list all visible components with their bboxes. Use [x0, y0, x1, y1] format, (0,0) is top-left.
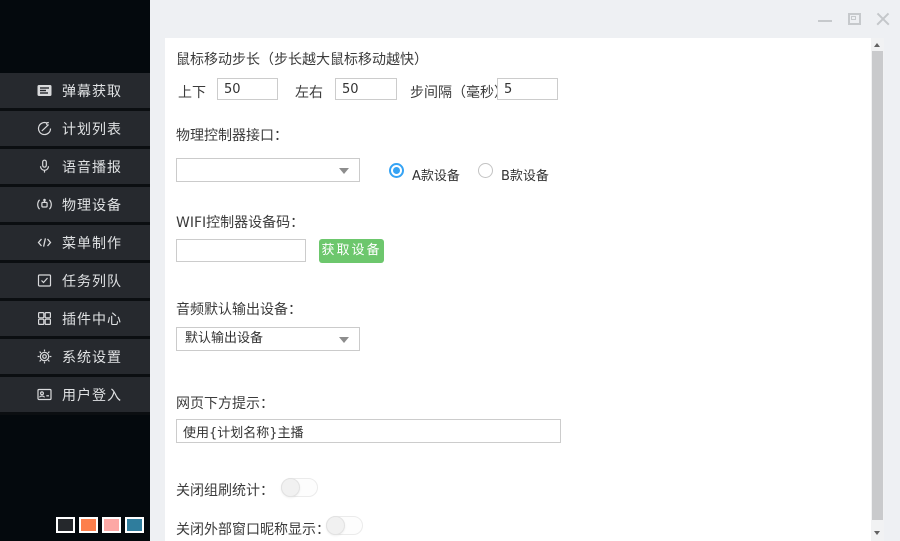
plan-list-icon — [36, 120, 53, 137]
sidebar-item-voice[interactable]: 语音播报 — [0, 149, 150, 187]
sidebar-item-settings[interactable]: 系统设置 — [0, 339, 150, 377]
sidebar-item-label: 用户登入 — [62, 385, 122, 405]
mouse-step-interval-input[interactable] — [497, 78, 558, 100]
wifi-device-code-input[interactable] — [176, 239, 306, 262]
sidebar-item-label: 计划列表 — [62, 119, 122, 139]
sidebar-item-label: 插件中心 — [62, 309, 122, 329]
theme-swatches — [56, 517, 144, 533]
voice-broadcast-icon — [36, 158, 53, 175]
sidebar-item-label: 菜单制作 — [62, 233, 122, 253]
settings-gear-icon — [36, 348, 53, 365]
theme-swatch-pink[interactable] — [102, 517, 121, 533]
sidebar-item-plugin-center[interactable]: 插件中心 — [0, 301, 150, 339]
sidebar-item-device[interactable]: 物理设备 — [0, 187, 150, 225]
sidebar-item-plan-list[interactable]: 计划列表 — [0, 111, 150, 149]
scrollbar-thumb[interactable] — [872, 51, 883, 520]
sidebar-item-label: 语音播报 — [62, 157, 122, 177]
sidebar-item-task-queue[interactable]: 任务列队 — [0, 263, 150, 301]
scrollbar-down-arrow-icon[interactable] — [874, 531, 880, 535]
mouse-step-leftright-label: 左右 — [295, 82, 323, 102]
close-group-stats-label: 关闭组刷统计： — [176, 480, 274, 500]
theme-swatch-teal[interactable] — [125, 517, 144, 533]
audio-output-dropdown-value: 默认输出设备 — [177, 328, 359, 350]
theme-swatch-orange[interactable] — [79, 517, 98, 533]
user-login-icon — [36, 386, 53, 403]
danmaku-icon — [36, 82, 53, 99]
sidebar-item-label: 弹幕获取 — [62, 81, 122, 101]
plugin-center-icon — [36, 310, 53, 327]
sidebar-item-danmaku[interactable]: 弹幕获取 — [0, 73, 150, 111]
controller-port-label: 物理控制器接口： — [176, 125, 288, 145]
vertical-scrollbar — [871, 38, 884, 541]
sidebar-item-label: 系统设置 — [62, 347, 122, 367]
toggle-knob — [281, 478, 300, 497]
close-icon[interactable] — [876, 12, 891, 27]
scrollbar-up-arrow-icon[interactable] — [874, 43, 880, 47]
task-queue-icon — [36, 272, 53, 289]
sidebar-item-label: 物理设备 — [62, 195, 122, 215]
physical-device-icon — [36, 196, 53, 213]
maximize-inner-square — [851, 16, 856, 20]
theme-swatch-dark[interactable] — [56, 517, 75, 533]
sidebar-menu: 弹幕获取 计划列表 语音播报 物理设备 菜单制作 — [0, 73, 150, 415]
web-tip-label: 网页下方提示： — [176, 393, 274, 413]
menu-maker-icon — [36, 234, 53, 251]
mouse-step-leftright-input[interactable] — [335, 78, 397, 100]
sidebar-item-label: 任务列队 — [62, 271, 122, 291]
sidebar-item-menu-maker[interactable]: 菜单制作 — [0, 225, 150, 263]
radio-a-dot — [393, 167, 400, 174]
radio-a-device[interactable] — [389, 163, 404, 178]
mouse-step-title: 鼠标移动步长（步长越大鼠标移动越快） — [176, 49, 428, 69]
chevron-down-icon — [339, 337, 349, 343]
get-device-button[interactable]: 获取设备 — [319, 239, 384, 263]
wifi-device-code-label: WIFI控制器设备码： — [176, 212, 304, 232]
settings-panel: 鼠标移动步长（步长越大鼠标移动越快） 上下 左右 步间隔（毫秒） 物理控制器接口… — [165, 38, 871, 541]
sidebar: 弹幕获取 计划列表 语音播报 物理设备 菜单制作 — [0, 0, 150, 541]
mouse-step-updown-input[interactable] — [217, 78, 278, 100]
chevron-down-icon — [339, 168, 349, 174]
audio-output-dropdown[interactable]: 默认输出设备 — [176, 327, 360, 351]
close-external-nickname-label: 关闭外部窗口昵称显示： — [176, 519, 330, 539]
radio-b-device[interactable] — [478, 163, 493, 178]
close-group-stats-toggle[interactable] — [281, 478, 318, 497]
controller-port-dropdown[interactable] — [176, 158, 360, 182]
close-external-nickname-toggle[interactable] — [326, 516, 363, 535]
radio-b-device-label: B款设备 — [501, 165, 549, 184]
web-tip-input[interactable] — [176, 419, 561, 443]
audio-output-label: 音频默认输出设备： — [176, 299, 302, 319]
mouse-step-interval-label: 步间隔（毫秒） — [410, 82, 508, 102]
minimize-icon[interactable] — [818, 20, 832, 22]
radio-a-device-label: A款设备 — [412, 165, 460, 184]
sidebar-item-user-login[interactable]: 用户登入 — [0, 377, 150, 415]
toggle-knob — [326, 516, 345, 535]
maximize-icon[interactable] — [848, 13, 861, 25]
mouse-step-updown-label: 上下 — [178, 82, 206, 102]
